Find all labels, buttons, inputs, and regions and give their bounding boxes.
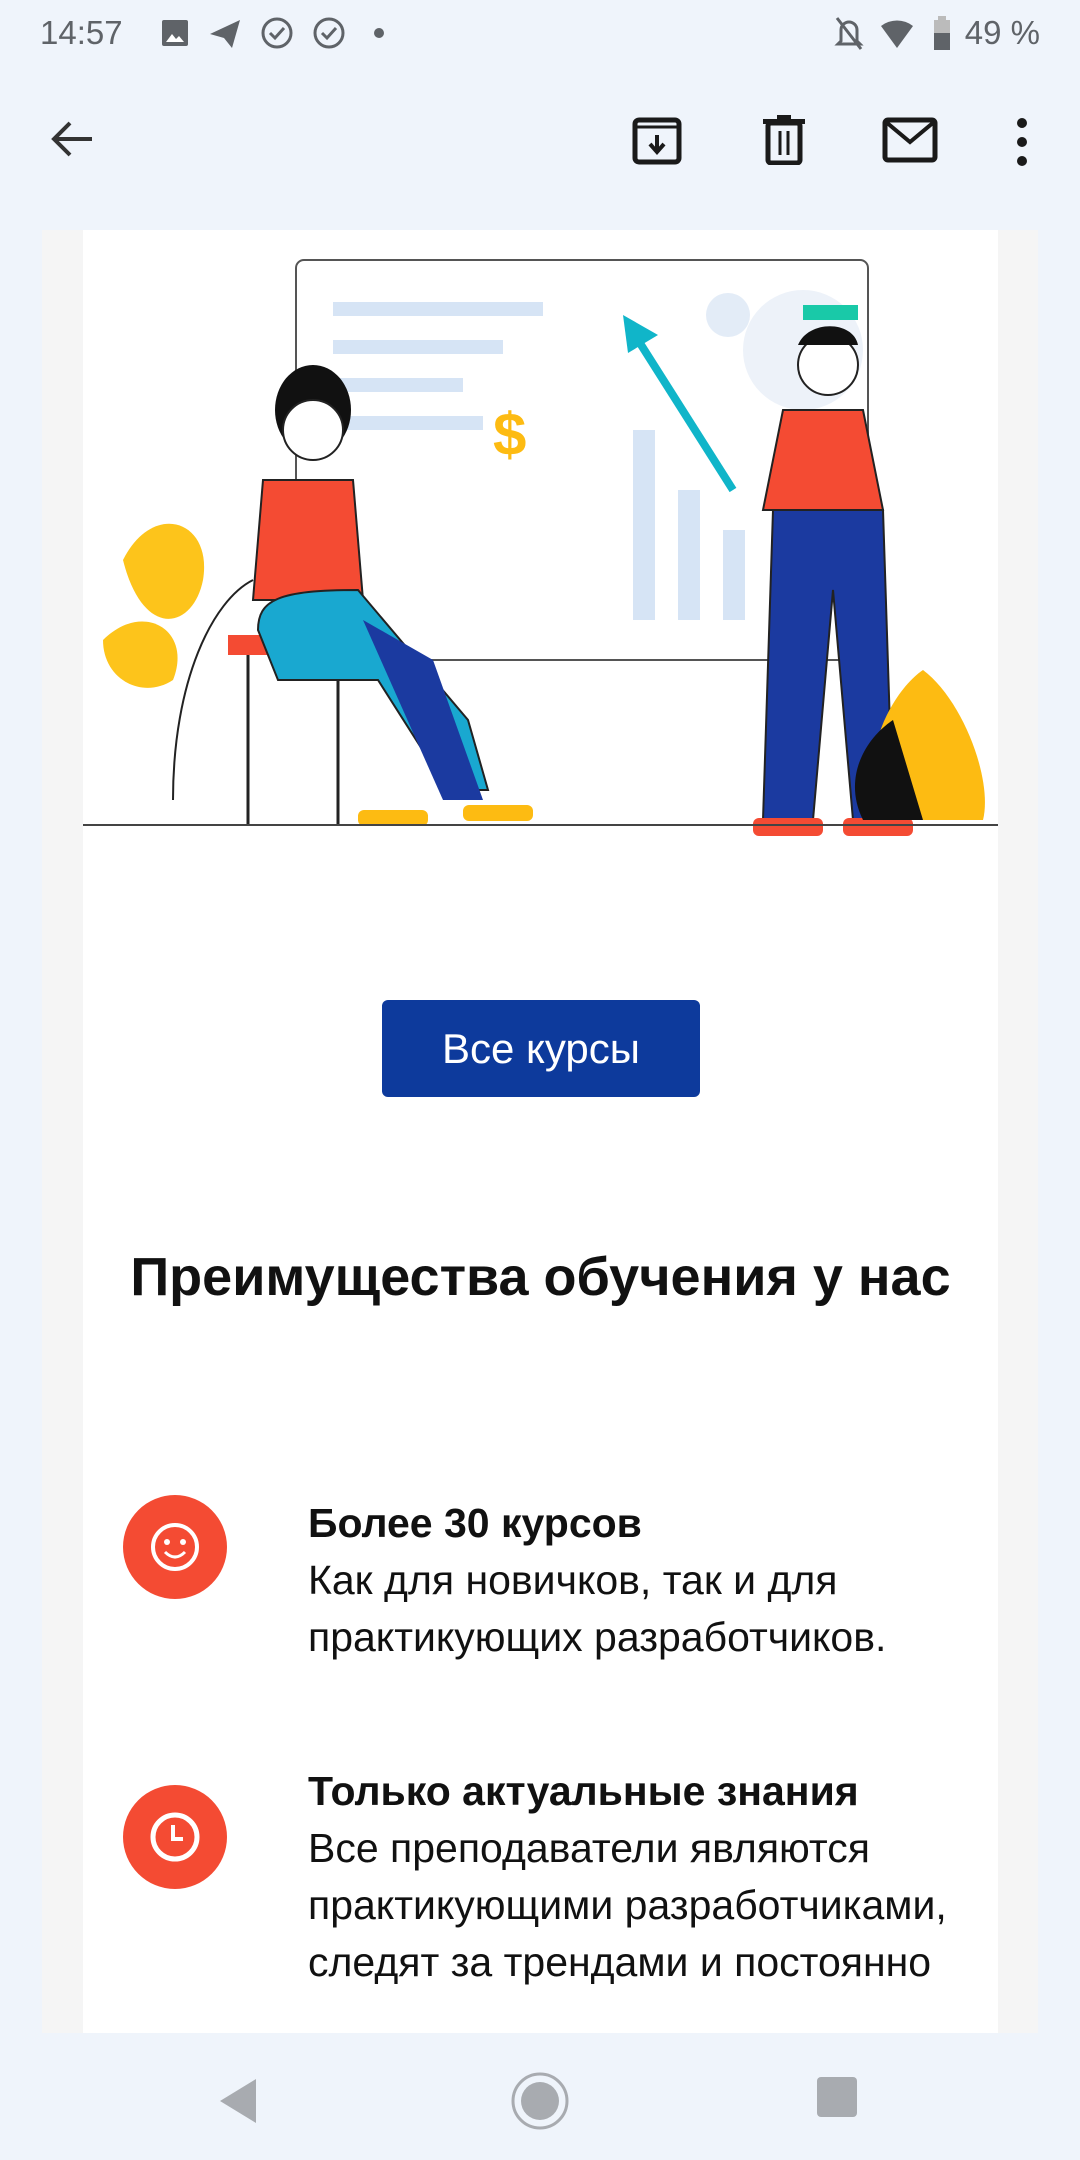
navigation-bar	[0, 2033, 1080, 2160]
feature-title: Более 30 курсов	[308, 1500, 642, 1546]
email-toolbar	[0, 70, 1080, 230]
image-icon	[162, 20, 188, 46]
status-bar: 14:57 49 %	[0, 0, 1080, 70]
battery-icon	[933, 16, 950, 50]
check-circle-icon	[313, 17, 345, 49]
check-circle-icon	[261, 17, 293, 49]
svg-text:$: $	[493, 401, 526, 468]
feature-title: Только актуальные знания	[308, 1768, 859, 1814]
nav-back-icon[interactable]	[218, 2079, 258, 2123]
dot-icon	[374, 28, 384, 38]
status-time: 14:57	[40, 14, 123, 51]
nav-home-icon[interactable]	[510, 2071, 570, 2131]
illustration: $	[83, 259, 998, 836]
wifi-icon	[880, 20, 913, 48]
email-body: $ Все курсы Преимущества обучения у нас …	[42, 230, 1038, 2033]
more-vert-icon[interactable]	[1012, 117, 1032, 167]
bell-off-icon	[834, 17, 864, 50]
clock-icon	[123, 1785, 227, 1889]
nav-recents-icon[interactable]	[817, 2077, 857, 2117]
back-arrow-icon[interactable]	[48, 115, 96, 163]
delete-icon[interactable]	[762, 115, 806, 165]
feature-body: Как для новичков, так и для практикующих…	[308, 1557, 887, 1660]
archive-icon[interactable]	[632, 115, 682, 165]
battery-percent: 49 %	[964, 14, 1040, 51]
smile-icon	[123, 1495, 227, 1599]
mark-unread-icon[interactable]	[882, 117, 938, 163]
section-heading: Преимущества обучения у нас	[130, 1247, 951, 1307]
all-courses-button[interactable]: Все курсы	[382, 1000, 700, 1097]
telegram-icon	[210, 20, 240, 48]
feature-body: Все преподаватели являются практикующими…	[308, 1825, 947, 1985]
email-card: $ Все курсы Преимущества обучения у нас …	[83, 230, 998, 2033]
